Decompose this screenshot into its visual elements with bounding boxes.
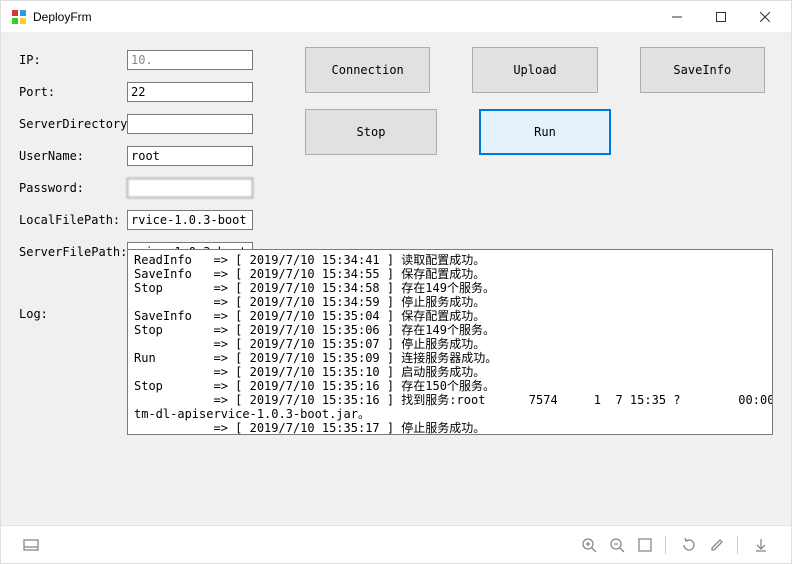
separator [665,536,669,554]
minimize-button[interactable] [655,2,699,32]
localfilepath-label: LocalFilePath: [19,213,127,227]
ip-label: IP: [19,53,127,67]
port-label: Port: [19,85,127,99]
password-label: Password: [19,181,127,195]
saveinfo-button-label: SaveInfo [673,63,731,77]
connection-button-label: Connection [332,63,404,77]
run-button-label: Run [534,125,556,139]
port-input[interactable] [127,82,253,102]
titlebar: DeployFrm [1,1,791,33]
stop-button-label: Stop [357,125,386,139]
saveinfo-button[interactable]: SaveInfo [640,47,765,93]
connection-button[interactable]: Connection [305,47,430,93]
log-textbox[interactable]: ReadInfo => [ 2019/7/10 15:34:41 ] 读取配置成… [127,249,773,435]
upload-button-label: Upload [513,63,556,77]
separator [737,536,741,554]
serverdirectory-label: ServerDirectory: [19,117,127,131]
serverdirectory-input[interactable] [127,114,253,134]
window-title: DeployFrm [33,10,655,24]
username-label: UserName: [19,149,127,163]
username-input[interactable] [127,146,253,166]
maximize-button[interactable] [699,2,743,32]
refresh-icon[interactable] [675,531,703,559]
client-area: IP: Port: ServerDirectory: UserName: Pas… [1,33,791,525]
edit-icon[interactable] [703,531,731,559]
upload-button[interactable]: Upload [472,47,597,93]
run-button[interactable]: Run [479,109,611,155]
fit-icon[interactable] [631,531,659,559]
close-button[interactable] [743,2,787,32]
stop-button[interactable]: Stop [305,109,437,155]
password-input[interactable] [127,178,253,198]
localfilepath-input[interactable] [127,210,253,230]
download-icon[interactable] [747,531,775,559]
ip-input[interactable] [127,50,253,70]
bottombar [1,525,791,563]
zoom-out-icon[interactable] [603,531,631,559]
app-icon [11,9,27,25]
zoom-in-icon[interactable] [575,531,603,559]
panel-icon[interactable] [17,531,45,559]
log-label: Log: [19,249,127,435]
